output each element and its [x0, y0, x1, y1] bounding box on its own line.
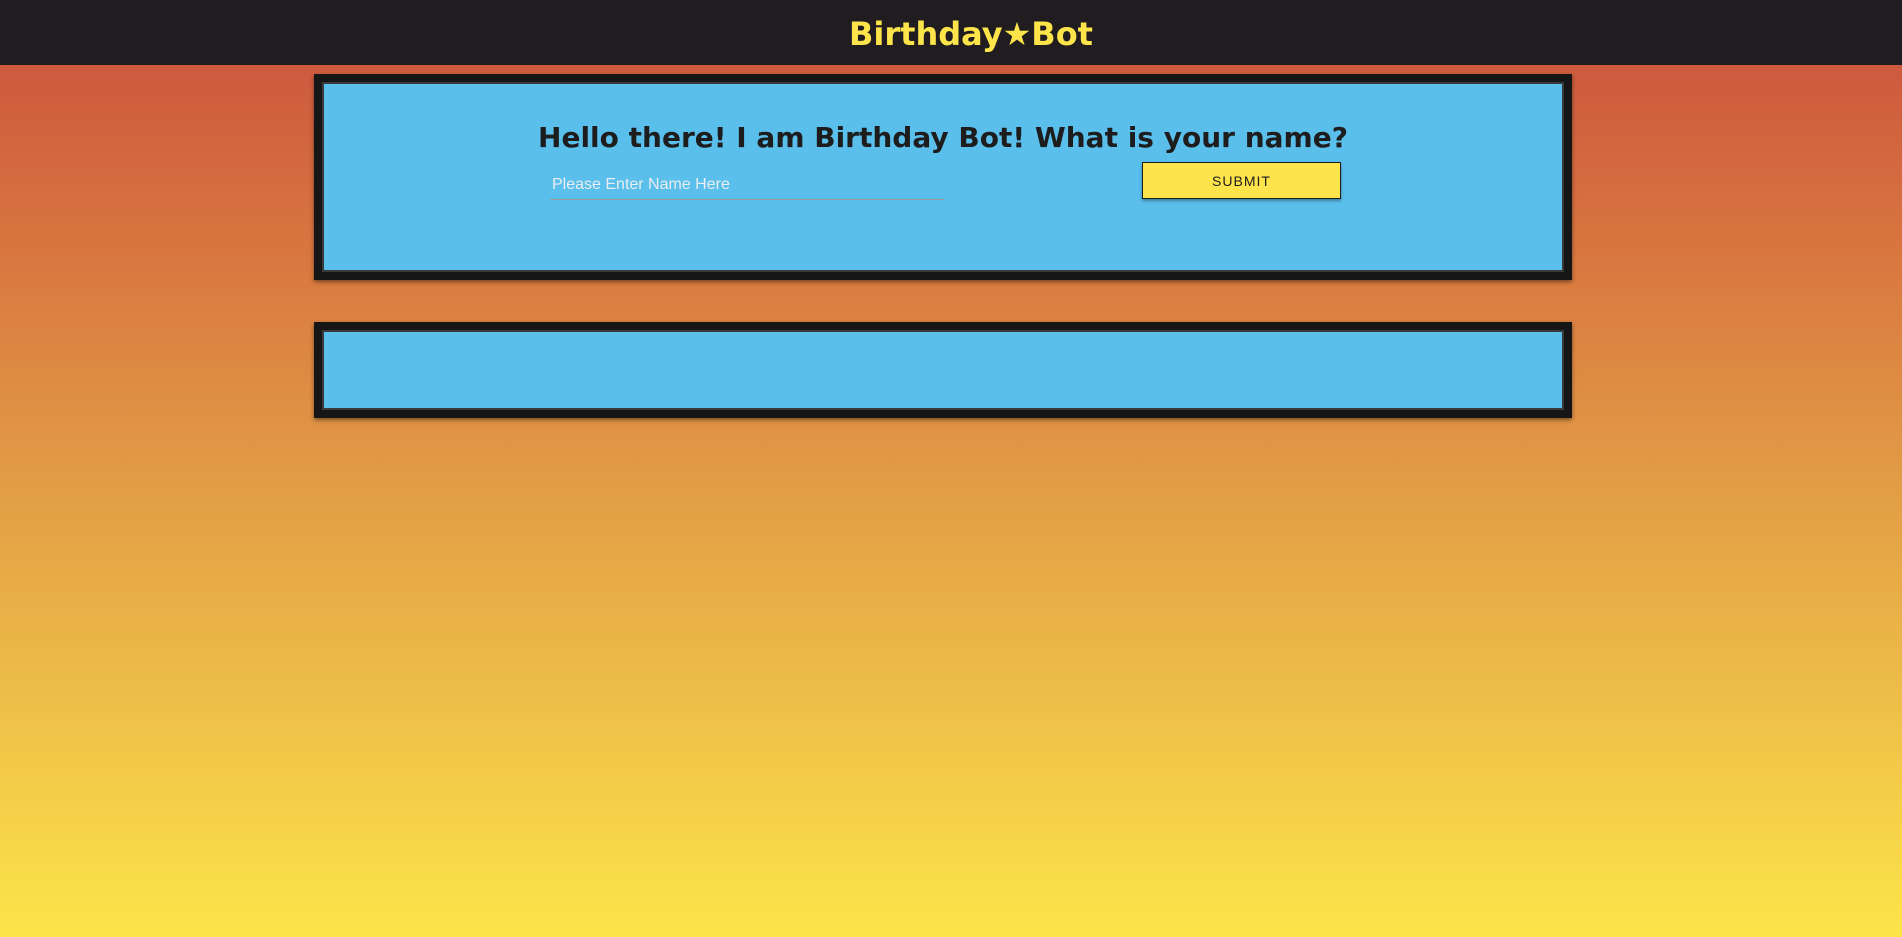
name-input[interactable] [550, 170, 944, 200]
submit-button[interactable]: SUBMIT [1142, 162, 1341, 199]
greeting-card: Hello there! I am Birthday Bot! What is … [314, 74, 1572, 280]
navbar: Birthday★Bot [0, 0, 1902, 65]
response-card [314, 322, 1572, 418]
greeting-heading: Hello there! I am Birthday Bot! What is … [538, 121, 1348, 154]
brand-logo[interactable]: Birthday★Bot [849, 15, 1093, 53]
